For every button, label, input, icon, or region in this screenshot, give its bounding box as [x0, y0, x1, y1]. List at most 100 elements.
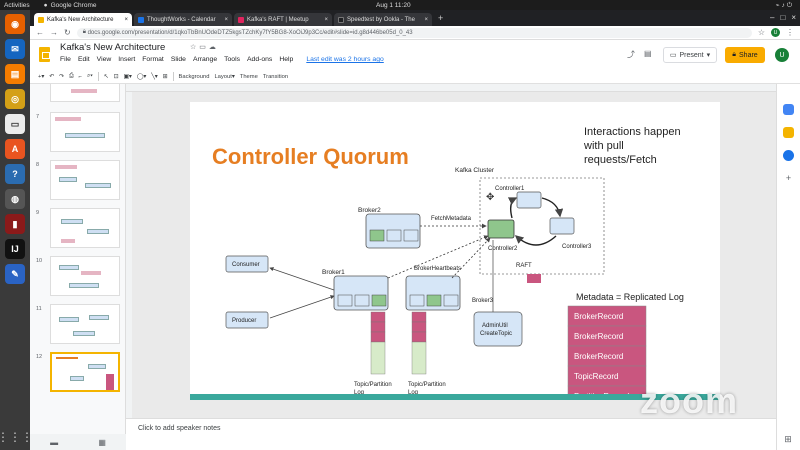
rhythmbox-icon[interactable]: ◎	[5, 89, 25, 109]
slide-thumbnail-11[interactable]	[50, 304, 120, 344]
slide-thumbnail-8[interactable]	[50, 160, 120, 200]
editor-icon[interactable]: ✎	[5, 264, 25, 284]
zoom-icon[interactable]: ⌕▾	[87, 73, 93, 80]
filmstrip-view-icon[interactable]: ▬	[50, 438, 58, 447]
tab-kafka-raft-meetup[interactable]: Kafka's RAFT | Meetup ×	[234, 13, 332, 26]
menu-slide[interactable]: Slide	[171, 56, 186, 63]
broker2-label[interactable]: Broker2	[358, 207, 381, 214]
pending-record[interactable]	[527, 274, 541, 283]
admin-util-label[interactable]: AdminUtil	[482, 323, 508, 329]
controller2-node[interactable]	[487, 219, 515, 239]
speaker-notes[interactable]: Click to add speaker notes	[126, 418, 776, 450]
clock[interactable]: Aug 1 11:20	[376, 2, 411, 9]
comments-icon[interactable]: ▤	[644, 49, 652, 58]
slide-12[interactable]: Controller Quorum Interactions happen wi…	[190, 102, 720, 400]
present-button[interactable]: ▭ Present ▾	[663, 47, 717, 63]
image-icon[interactable]: ▣▾	[123, 74, 131, 80]
producer-label[interactable]: Producer	[232, 318, 256, 324]
slide-thumbnail-7[interactable]	[50, 112, 120, 152]
maximize-icon[interactable]: □	[780, 13, 785, 22]
intro-line-3[interactable]: requests/Fetch	[584, 154, 657, 166]
horizontal-ruler[interactable]	[126, 84, 776, 92]
vertical-ruler[interactable]	[126, 92, 132, 418]
close-icon[interactable]: ×	[124, 17, 128, 23]
comment-add-icon[interactable]: ⊞	[163, 74, 168, 80]
reload-icon[interactable]: ↻	[64, 28, 71, 37]
last-edit-link[interactable]: Last edit was 2 hours ago	[306, 56, 383, 63]
slide-canvas[interactable]: Controller Quorum Interactions happen wi…	[126, 84, 776, 418]
profile-avatar[interactable]: U	[771, 28, 780, 37]
theme-button[interactable]: Theme	[240, 74, 258, 80]
share-button[interactable]: 🔒︎ Share	[725, 47, 765, 63]
close-window-icon[interactable]: ×	[791, 13, 796, 22]
shape-icon[interactable]: ◯▾	[137, 74, 146, 80]
explore-icon[interactable]: ⊞	[776, 434, 800, 445]
transition-button[interactable]: Transition	[263, 74, 288, 80]
menu-arrange[interactable]: Arrange	[193, 56, 217, 63]
star-title-icon[interactable]: ☆	[190, 44, 199, 51]
menu-edit[interactable]: Edit	[78, 56, 90, 63]
broker-heartbeats-label[interactable]: BrokerHeartbeats	[414, 266, 461, 272]
add-addon-icon[interactable]: +	[786, 173, 791, 183]
menu-help[interactable]: Help	[279, 56, 293, 63]
broker3-label[interactable]: Broker3	[472, 298, 494, 304]
close-icon[interactable]: ×	[424, 17, 428, 23]
line-icon[interactable]: ╲▾	[151, 74, 157, 80]
menu-view[interactable]: View	[97, 56, 112, 63]
slide-title[interactable]: Controller Quorum	[212, 144, 409, 169]
background-button[interactable]: Background	[179, 74, 210, 80]
metadata-title[interactable]: Metadata = Replicated Log	[576, 292, 684, 302]
grid-view-icon[interactable]: ▦	[98, 438, 106, 447]
document-title[interactable]: Kafka's New Architecture	[60, 42, 165, 53]
thunderbird-icon[interactable]: ✉	[5, 39, 25, 59]
firefox-icon[interactable]: ◉	[5, 14, 25, 34]
admin-util-node[interactable]	[473, 311, 523, 347]
menu-addons[interactable]: Add-ons	[247, 56, 272, 63]
slide-thumbnail-12[interactable]	[50, 352, 120, 392]
redo-icon[interactable]: ↷	[59, 74, 64, 80]
intro-line-2[interactable]: with pull	[583, 140, 624, 152]
undo-icon[interactable]: ↶	[49, 74, 54, 80]
consumer-label[interactable]: Consumer	[232, 262, 260, 268]
intellij-icon[interactable]: IJ	[5, 239, 25, 259]
broker3-log-label-1[interactable]: Topic/Partition	[408, 382, 446, 388]
raft-label[interactable]: RAFT	[516, 263, 532, 269]
print-icon[interactable]: ⎙	[69, 73, 74, 80]
close-icon[interactable]: ×	[224, 17, 228, 23]
menu-format[interactable]: Format	[142, 56, 164, 63]
paint-format-icon[interactable]: ⌐	[79, 74, 82, 80]
slide-thumbnail-9[interactable]	[50, 208, 120, 248]
new-slide-icon[interactable]: +▾	[38, 74, 44, 80]
app-menu[interactable]: ● Google Chrome	[44, 2, 97, 9]
fetch-metadata-label[interactable]: FetchMetadata	[431, 216, 472, 222]
menu-insert[interactable]: Insert	[118, 56, 135, 63]
files-icon[interactable]: ▤	[5, 64, 25, 84]
move-folder-icon[interactable]: ▭	[199, 44, 209, 51]
back-icon[interactable]: ←	[36, 28, 44, 37]
help-icon[interactable]: ?	[5, 164, 25, 184]
slide-thumbnail-10[interactable]	[50, 256, 120, 296]
user-avatar[interactable]: U	[775, 48, 789, 62]
create-topic-label[interactable]: CreateTopic	[480, 331, 512, 337]
slide-filmstrip[interactable]: 7 8 9 10 11 12	[30, 84, 126, 434]
menu-dots-icon[interactable]: ⋮	[786, 28, 794, 37]
intro-line-1[interactable]: Interactions happen	[584, 126, 681, 138]
cloud-status-icon[interactable]: ☁	[209, 44, 219, 51]
activities-button[interactable]: Activities	[4, 2, 30, 9]
broker1-label[interactable]: Broker1	[322, 269, 345, 276]
menu-file[interactable]: File	[60, 56, 71, 63]
chrome-dock-icon[interactable]: ◍	[5, 189, 25, 209]
keep-side-icon[interactable]	[783, 127, 794, 138]
software-center-icon[interactable]: A	[5, 139, 25, 159]
layout-button[interactable]: Layout▾	[214, 74, 234, 80]
terminal-icon[interactable]: ▮	[5, 214, 25, 234]
star-icon[interactable]: ☆	[758, 28, 765, 37]
controller3-label[interactable]: Controller3	[562, 244, 592, 250]
tab-thoughtworks-calendar[interactable]: ThoughtWorks - Calendar ×	[134, 13, 232, 26]
cluster-label[interactable]: Kafka Cluster	[455, 167, 495, 174]
new-tab-button[interactable]: +	[438, 13, 443, 23]
tab-speedtest[interactable]: Speedtest by Ookla - The ×	[334, 13, 432, 26]
tasks-side-icon[interactable]	[783, 150, 794, 161]
url-input[interactable]: 🔒︎ docs.google.com/presentation/d/1qkoTb…	[76, 27, 752, 38]
minimize-icon[interactable]: –	[770, 13, 774, 22]
